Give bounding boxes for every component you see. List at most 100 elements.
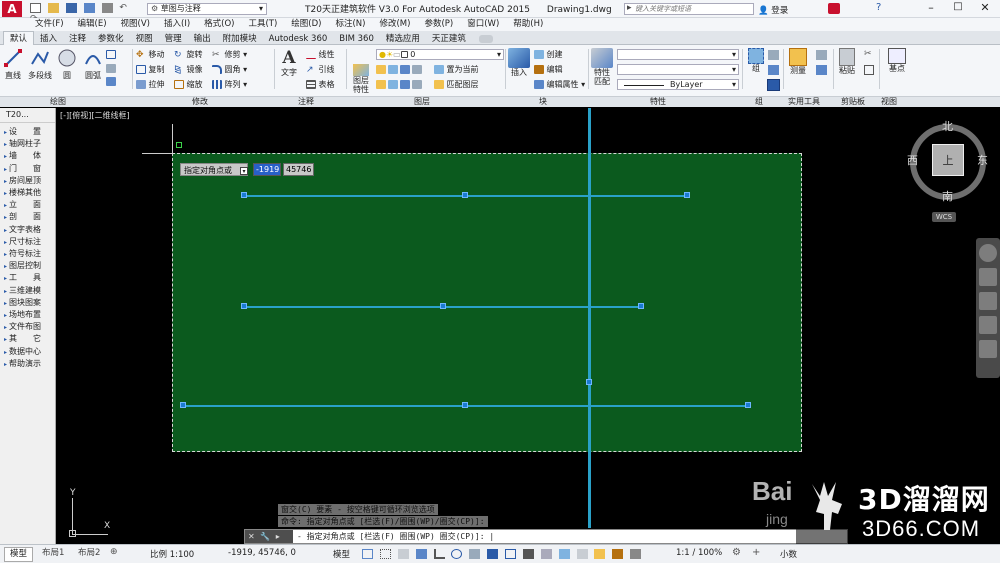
close-button[interactable]: ✕ [974,1,996,14]
transparency-icon[interactable] [540,549,552,559]
save-icon[interactable] [65,3,77,13]
tab-addins[interactable]: 附加模块 [217,32,263,46]
group-select-icon[interactable] [767,79,780,91]
scale-tool[interactable]: 缩放 [174,80,203,90]
palette-item-tools[interactable]: 工 具 [0,272,55,284]
palette-item-door-window[interactable]: 门 窗 [0,163,55,175]
palette-item-room-roof[interactable]: 房间屋顶 [0,175,55,187]
grip-point[interactable] [440,303,446,309]
palette-item-blocks-patterns[interactable]: 图块图案 [0,297,55,309]
saveas-icon[interactable] [83,3,95,13]
compass-north[interactable]: 北 [942,118,953,134]
grip-point[interactable] [745,402,751,408]
quick-calc-icon[interactable] [816,50,827,60]
command-prompt-input[interactable]: - 指定对角点或 [栏选(F) 圈围(WP) 圈交(CP)]: | [297,531,494,543]
dynamic-input-icon[interactable] [415,549,427,559]
group-edit-icon[interactable] [768,65,779,75]
menu-view[interactable]: 视图(V) [114,18,157,31]
region-icon[interactable] [106,77,116,86]
trim-tool[interactable]: ✂ 修剪 ▾ [212,50,247,60]
layer-thaw-icon[interactable] [388,80,398,89]
set-current-layer[interactable]: 置为当前 [434,65,479,75]
palette-item-3d-modeling[interactable]: 三维建模 [0,285,55,297]
palette-item-file-layout[interactable]: 文件布图 [0,321,55,333]
group-tool[interactable]: 组 [746,48,766,74]
panel-title-draw[interactable]: 绘图 [50,97,66,107]
palette-item-data-center[interactable]: 数据中心 [0,346,55,358]
palette-item-other[interactable]: 其 它 [0,333,55,345]
panel-title-properties[interactable]: 特性 [650,97,666,107]
array-tool[interactable]: 阵列 ▾ [212,80,247,90]
undo-icon[interactable]: ↶ [119,3,130,13]
layer-walk-icon[interactable] [400,80,410,89]
palette-item-symbol[interactable]: 符号标注 [0,248,55,260]
search-box[interactable]: ▸ [624,3,754,15]
open-icon[interactable] [47,3,59,13]
layer-isolate-icon[interactable] [388,65,398,74]
menu-draw[interactable]: 绘图(D) [284,18,328,31]
menu-tools[interactable]: 工具(T) [241,18,284,31]
scale-readout[interactable]: 比例 1:100 [150,548,194,560]
zoom-icon[interactable] [979,292,997,310]
menu-modify[interactable]: 修改(M) [372,18,417,31]
menu-format[interactable]: 格式(O) [197,18,241,31]
grip-point[interactable] [684,192,690,198]
text-tool[interactable]: A 文字 [278,48,300,78]
line-tool[interactable]: 直线 [2,48,24,81]
palette-item-wall[interactable]: 墙 体 [0,150,55,162]
units-readout[interactable]: 小数 [780,548,797,560]
viewcube-top-face[interactable]: 上 [932,144,964,176]
palette-item-site[interactable]: 场地布置 [0,309,55,321]
panel-title-layers[interactable]: 图层 [414,97,430,107]
command-line-grip[interactable]: ✕ 🔧 ▸ [245,530,293,543]
exchange-icon[interactable] [828,3,840,14]
circle-tool[interactable]: 圆 [56,48,78,81]
ungroup-icon[interactable] [768,50,779,60]
compass-south[interactable]: 南 [942,188,953,204]
compass-west[interactable]: 西 [907,152,918,168]
recent-commands-icon[interactable]: ▸ [276,532,280,541]
lineweight-icon[interactable] [522,549,534,559]
tab-default[interactable]: 默认 [3,31,35,46]
linear-dim-tool[interactable]: 线性 [306,50,335,60]
tab-tangent[interactable]: 天正建筑 [426,32,472,46]
workspace-switch-icon[interactable]: ⚙ [732,547,741,558]
minimize-button[interactable]: – [920,1,942,14]
infer-icon[interactable] [397,549,409,559]
move-tool[interactable]: ✥ 移动 [136,50,165,60]
dynamic-input-y[interactable] [283,163,314,176]
tab-bim360[interactable]: BIM 360 [333,32,380,46]
panel-title-clipboard[interactable]: 剪贴板 [841,97,865,107]
panel-title-view[interactable]: 视图 [881,97,897,107]
cut-icon[interactable]: ✂ [864,49,872,59]
menu-file[interactable]: 文件(F) [28,18,71,31]
selection-cycling-icon[interactable] [558,549,570,559]
palette-item-stairs[interactable]: 楼梯其他 [0,187,55,199]
tab-insert[interactable]: 插入 [34,32,63,46]
layer-off-icon[interactable] [376,65,386,74]
annotation-scale-icon[interactable] [630,549,642,559]
showmotion-icon[interactable] [979,340,997,358]
viewport-controls[interactable]: [-][俯视][二维线框] [60,110,130,121]
table-tool[interactable]: 表格 [306,80,335,90]
tab-annotate[interactable]: 注释 [63,32,92,46]
hatch-icon[interactable] [106,64,116,73]
steering-wheel-icon[interactable] [979,244,997,262]
close-icon[interactable]: ✕ [248,532,255,541]
annotation-visibility-icon[interactable] [594,549,606,559]
menu-window[interactable]: 窗口(W) [460,18,506,31]
mirror-tool[interactable]: ⧎ 镜像 [174,65,203,75]
stretch-tool[interactable]: 拉伸 [136,80,165,90]
pan-icon[interactable] [979,268,997,286]
help-icon[interactable]: ? [876,2,881,13]
ribbon-toggle-icon[interactable] [478,34,493,43]
arc-tool[interactable]: 圆弧 [82,48,104,81]
tab-manage[interactable]: 管理 [159,32,188,46]
grip-point[interactable] [180,402,186,408]
3d-osnap-icon[interactable] [576,549,588,559]
model-space-toggle[interactable]: 模型 [333,548,350,560]
grip-point[interactable] [241,192,247,198]
dynamic-input-x[interactable] [253,163,281,176]
wcs-menu[interactable]: WCS [932,212,956,222]
edit-attributes[interactable]: 编辑属性 ▾ [534,80,585,90]
